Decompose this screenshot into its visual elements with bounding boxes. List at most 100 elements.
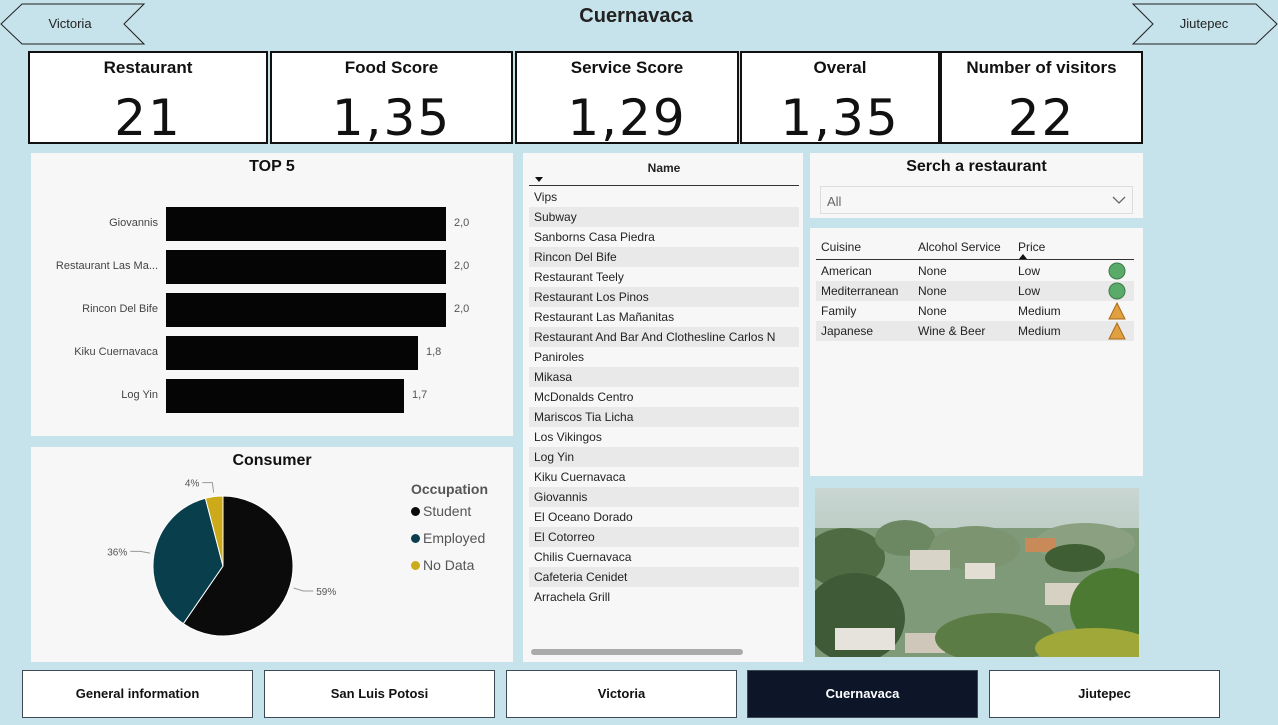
bar-value-label: 1,7 <box>412 389 428 401</box>
bar-row: Kiku Cuernavaca 1,8 <box>31 336 511 370</box>
sort-desc-icon[interactable] <box>535 177 543 183</box>
cell-alcohol: None <box>918 284 947 298</box>
legend-item[interactable]: Employed <box>411 530 485 546</box>
list-item[interactable]: Cafeteria Cenidet <box>529 567 799 587</box>
prev-city-label: Victoria <box>48 16 92 31</box>
list-item[interactable]: Vips <box>529 187 799 207</box>
list-item[interactable]: Arrachela Grill <box>529 587 799 607</box>
column-alcohol-header[interactable]: Alcohol Service <box>918 240 1001 254</box>
horizontal-scrollbar[interactable] <box>531 649 743 655</box>
list-item[interactable]: Los Vikingos <box>529 427 799 447</box>
bar-category-label: Rincon Del Bife <box>82 303 158 315</box>
list-item[interactable]: Restaurant And Bar And Clothesline Carlo… <box>529 327 799 347</box>
tab-san-luis-potosi[interactable]: San Luis Potosi <box>264 670 495 718</box>
bar-value-label: 2,0 <box>454 260 470 272</box>
bar-category-label: Restaurant Las Ma... <box>55 260 158 272</box>
green-circle-icon <box>1108 282 1126 300</box>
tab-cuernavaca[interactable]: Cuernavaca <box>747 670 978 718</box>
pie-slice-label: 4% <box>185 479 200 490</box>
next-city-button[interactable]: Jiutepec <box>1132 3 1278 45</box>
cell-price: Low <box>1018 264 1041 278</box>
bar-value-label: 1,8 <box>426 346 442 358</box>
details-table-panel: Cuisine Alcohol Service Price American No… <box>810 228 1143 476</box>
list-item[interactable]: Kiku Cuernavaca <box>529 467 799 487</box>
list-item[interactable]: Restaurant Teely <box>529 267 799 287</box>
pie-leader-line <box>293 587 314 592</box>
list-item[interactable]: McDonalds Centro <box>529 387 799 407</box>
bar-category-label: Kiku Cuernavaca <box>74 346 158 358</box>
table-row[interactable]: Mediterranean None Low <box>816 281 1134 301</box>
page-title: Cuernavaca <box>579 5 693 27</box>
pie-slice-label: 36% <box>107 547 127 558</box>
bar[interactable] <box>166 250 446 284</box>
next-city-label: Jiutepec <box>1179 16 1229 31</box>
list-item[interactable]: Mikasa <box>529 367 799 387</box>
list-item[interactable]: Subway <box>529 207 799 227</box>
search-title: Serch a restaurant <box>906 158 1047 175</box>
restaurant-list: Vips Subway Sanborns Casa Piedra Rincon Del… <box>529 187 799 607</box>
column-name-header: Name <box>647 161 681 175</box>
restaurant-list-panel: Name Vips Subway Sanborns Casa Piedra Rinco… <box>523 153 803 662</box>
bar[interactable] <box>166 293 446 327</box>
list-header[interactable]: Name <box>529 161 799 186</box>
table-row[interactable]: Family None Medium <box>816 301 1134 321</box>
orange-triangle-icon <box>1108 302 1126 320</box>
list-item[interactable]: Paniroles <box>529 347 799 367</box>
pie-leader-line <box>130 550 151 554</box>
table-row[interactable]: Japanese Wine & Beer Medium <box>816 321 1134 341</box>
sort-asc-icon <box>1019 254 1027 259</box>
legend-dot-icon <box>411 561 420 570</box>
kpi-label: Overal <box>813 58 867 77</box>
list-item[interactable]: El Oceano Dorado <box>529 507 799 527</box>
cell-cuisine: Mediterranean <box>821 284 899 298</box>
list-item[interactable]: Giovannis <box>529 487 799 507</box>
consumer-chart-panel: Consumer 59% 36% 4% Occupation Student Empl… <box>31 447 513 662</box>
legend-item[interactable]: No Data <box>411 557 474 573</box>
tab-jiutepec[interactable]: Jiutepec <box>989 670 1220 718</box>
kpi-value: 1,35 <box>331 89 452 147</box>
kpi-label: Service Score <box>570 58 684 77</box>
list-item[interactable]: Restaurant Las Mañanitas <box>529 307 799 327</box>
restaurant-dropdown[interactable]: All <box>820 186 1133 214</box>
list-item[interactable]: El Cotorreo <box>529 527 799 547</box>
tab-general-information[interactable]: General information <box>22 670 253 718</box>
cell-alcohol: None <box>918 264 947 278</box>
cell-cuisine: Japanese <box>821 324 874 338</box>
prev-city-button[interactable]: Victoria <box>0 3 145 45</box>
kpi-card-service-score: Service Score 1,29 <box>515 51 739 147</box>
kpi-value: 21 <box>114 89 182 147</box>
dropdown-value: All <box>827 194 842 209</box>
legend-label: Employed <box>423 530 486 546</box>
orange-triangle-icon <box>1108 322 1126 340</box>
legend-label: Student <box>423 503 472 519</box>
cell-alcohol: Wine & Beer <box>918 324 986 338</box>
pie-chart: 59% 36% 4% <box>107 479 336 637</box>
list-item[interactable]: Log Yin <box>529 447 799 467</box>
table-row[interactable]: American None Low <box>816 261 1134 281</box>
tab-victoria[interactable]: Victoria <box>506 670 737 718</box>
cell-cuisine: American <box>821 264 872 278</box>
pie-slice-label: 59% <box>316 587 336 598</box>
list-item[interactable]: Rincon Del Bife <box>529 247 799 267</box>
list-item[interactable]: Sanborns Casa Piedra <box>529 227 799 247</box>
list-item[interactable]: Restaurant Los Pinos <box>529 287 799 307</box>
bar-value-label: 2,0 <box>454 303 470 315</box>
list-item[interactable]: Chilis Cuernavaca <box>529 547 799 567</box>
legend-item[interactable]: Student <box>411 503 471 519</box>
bar[interactable] <box>166 379 404 413</box>
cell-cuisine: Family <box>821 304 857 318</box>
chevron-down-icon <box>1112 196 1126 204</box>
kpi-card-overall: Overal 1,35 <box>740 51 940 147</box>
bar-row: Giovannis 2,0 <box>31 207 511 241</box>
kpi-value: 22 <box>1007 89 1076 147</box>
cell-alcohol: None <box>918 304 947 318</box>
column-price-header[interactable]: Price <box>1018 240 1045 254</box>
bar[interactable] <box>166 207 446 241</box>
bar[interactable] <box>166 336 418 370</box>
kpi-label: Restaurant <box>103 58 193 77</box>
cell-price: Medium <box>1018 304 1061 318</box>
top5-chart-panel: TOP 5 Giovannis 2,0 Restaurant Las Ma... 2,… <box>31 153 513 436</box>
column-cuisine-header[interactable]: Cuisine <box>821 240 861 254</box>
cell-price: Medium <box>1018 324 1061 338</box>
list-item[interactable]: Mariscos Tia Licha <box>529 407 799 427</box>
